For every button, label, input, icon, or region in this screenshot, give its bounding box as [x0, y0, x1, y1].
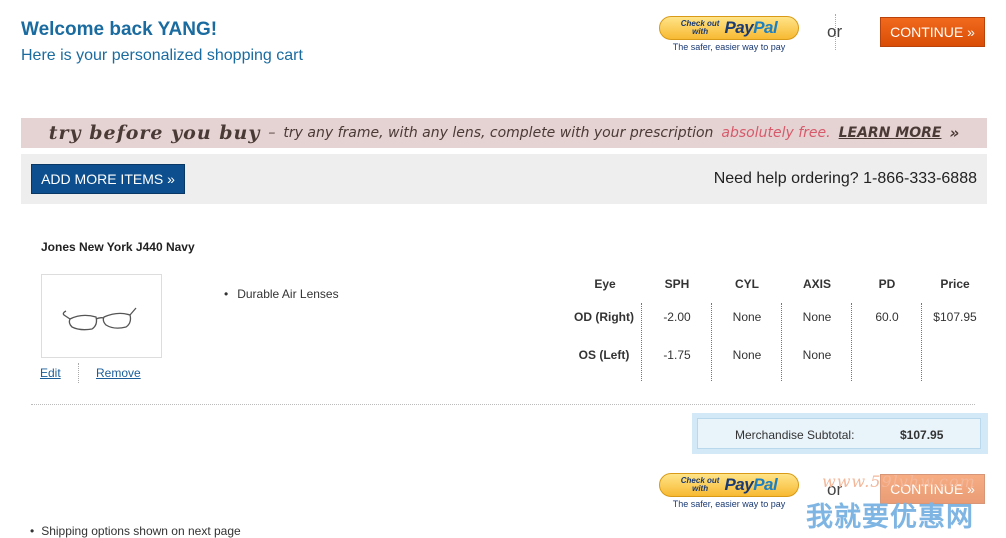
rx-row-axis: None: [802, 348, 832, 362]
paypal-logo: PayPal: [724, 18, 778, 37]
watermark-logo-text: 我就要优惠网: [806, 502, 974, 533]
watermark-url: www.59lvhw.com: [822, 472, 976, 491]
learn-more-link[interactable]: LEARN MORE: [839, 125, 942, 141]
cart-subtitle: Here is your personalized shopping cart: [21, 47, 303, 64]
paypal-pill: Check out with PayPal: [659, 16, 799, 40]
paypal-checkout-button-top[interactable]: Check out with PayPal The safer, easier w…: [656, 16, 802, 58]
paypal-logo: PayPal: [724, 475, 778, 494]
remove-item-link[interactable]: Remove: [96, 366, 141, 380]
help-phone-text: Need help ordering? 1-866-333-6888: [713, 170, 977, 187]
promo-dash: –: [268, 125, 276, 141]
rx-header-eye: Eye: [594, 277, 616, 291]
edit-item-link[interactable]: Edit: [40, 366, 61, 380]
rx-row-cyl: None: [732, 310, 762, 324]
rx-row-eye: OS (Left): [578, 348, 630, 362]
rx-header-axis: AXIS: [802, 277, 831, 291]
subtotal-label: Merchandise Subtotal:: [735, 428, 855, 442]
lens-feature-item: Durable Air Lenses: [224, 287, 338, 301]
rx-header-pd: PD: [878, 277, 896, 291]
cart-toolbar: ADD MORE ITEMS » Need help ordering? 1-8…: [21, 154, 987, 204]
paypal-checkout-button-bottom[interactable]: Check out with PayPal The safer, easier w…: [656, 473, 802, 515]
rx-row-price: $107.95: [933, 310, 977, 324]
rx-row-pd: 60.0: [875, 310, 899, 324]
learn-more-arrow-icon: »: [949, 124, 960, 142]
promo-text: try any frame, with any lens, complete w…: [283, 125, 714, 141]
continue-button-top[interactable]: CONTINUE »: [880, 17, 985, 47]
product-name: Jones New York J440 Navy: [41, 240, 195, 254]
promo-title: try before you buy: [48, 122, 261, 144]
paypal-pill: Check out with PayPal: [659, 473, 799, 497]
paypal-tagline: The safer, easier way to pay: [672, 499, 786, 509]
promo-free-text: absolutely free.: [721, 125, 831, 141]
rx-row-eye: OD (Right): [574, 310, 634, 324]
rx-header-price: Price: [940, 277, 970, 291]
paypal-with-text: with: [692, 27, 709, 36]
eyeglasses-icon: [62, 307, 137, 331]
link-divider: [78, 363, 79, 383]
product-thumbnail[interactable]: [41, 274, 162, 358]
rx-row-sph: -1.75: [663, 348, 691, 362]
rx-header-sph: SPH: [664, 277, 690, 291]
shipping-note: Shipping options shown on next page: [30, 524, 240, 538]
or-label: or: [827, 22, 843, 41]
subtotal-value: $107.95: [900, 428, 944, 442]
welcome-heading: Welcome back YANG!: [21, 19, 218, 40]
paypal-with-text: with: [692, 484, 709, 493]
rx-header-cyl: CYL: [735, 277, 759, 291]
rx-row-axis: None: [802, 310, 832, 324]
paypal-tagline: The safer, easier way to pay: [672, 42, 786, 52]
item-separator: [31, 404, 975, 405]
rx-row-cyl: None: [732, 348, 762, 362]
add-more-items-button[interactable]: ADD MORE ITEMS »: [31, 164, 185, 194]
promo-banner: try before you buy – try any frame, with…: [21, 118, 987, 148]
rx-row-sph: -2.00: [663, 310, 691, 324]
